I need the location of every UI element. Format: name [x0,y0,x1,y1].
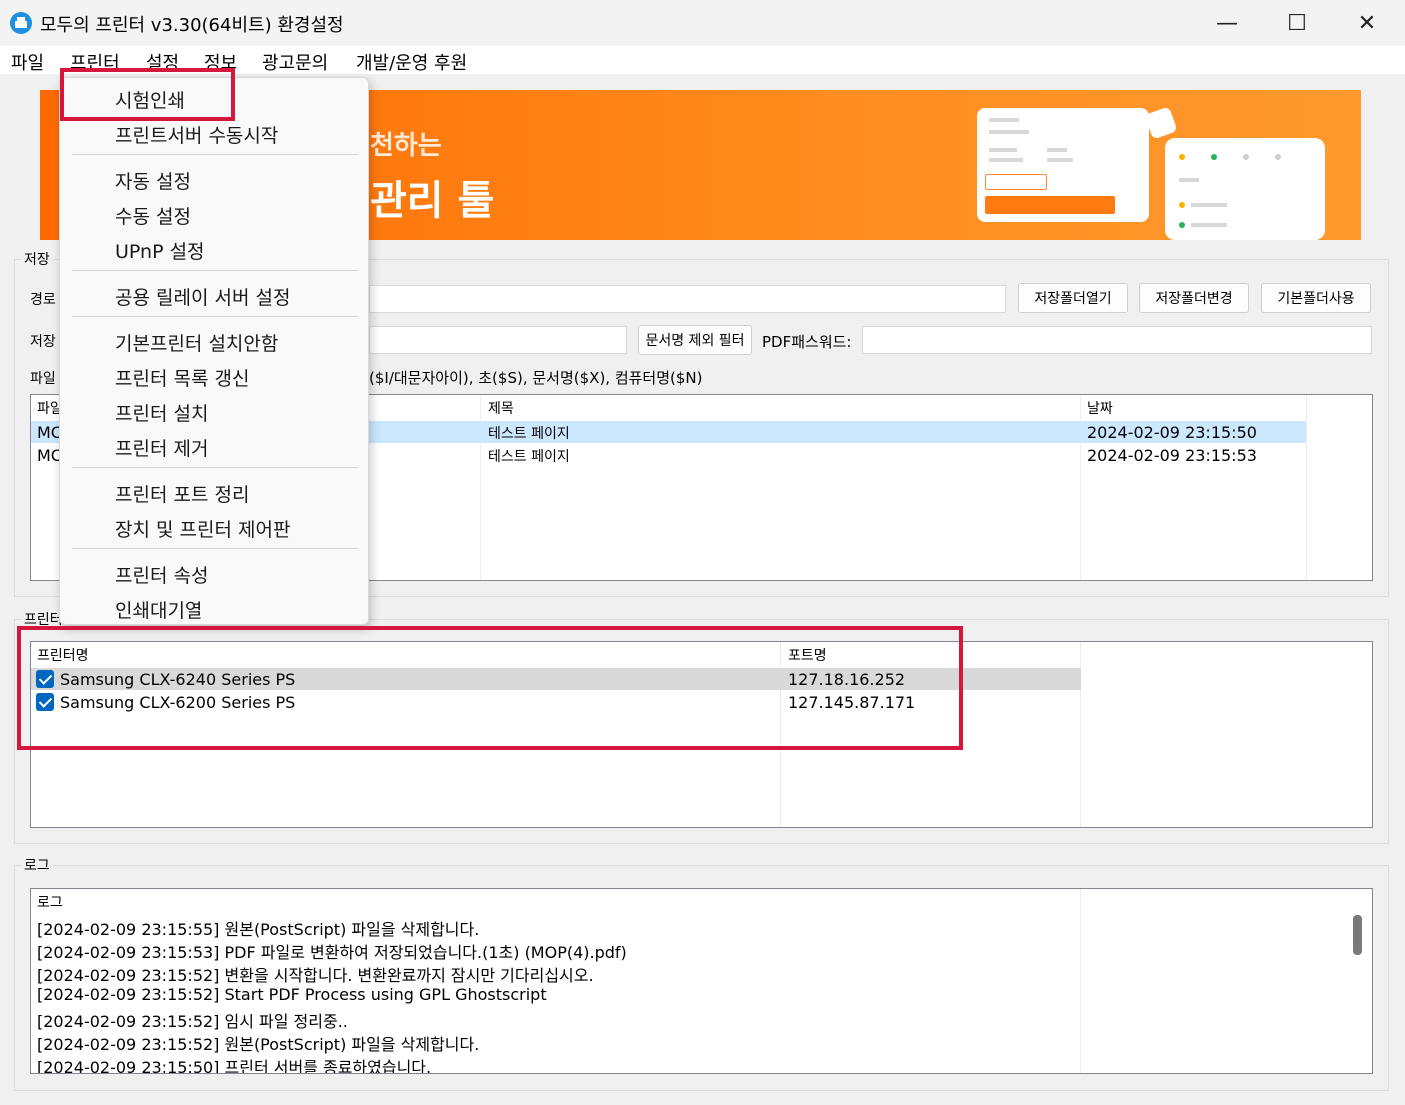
menu-item-print-queue[interactable]: 인쇄대기열 [115,596,202,623]
log-line: [2024-02-09 23:15:52] 임시 파일 정리중.. [37,1012,348,1031]
menu-item-clean-ports[interactable]: 프린터 포트 정리 [115,480,249,507]
menu-item-manual-start-print-server[interactable]: 프린트서버 수동시작 [115,121,278,148]
banner-mockup-tag [1144,106,1178,140]
menu-item-manual-setup[interactable]: 수동 설정 [115,202,191,229]
log-line: [2024-02-09 23:15:53] PDF 파일로 변환하여 저장되었습… [37,943,627,962]
minimize-button[interactable]: — [1192,0,1262,46]
menu-item-auto-setup[interactable]: 자동 설정 [115,167,191,194]
menu-item-relay-server-setup[interactable]: 공용 릴레이 서버 설정 [115,283,290,310]
date-cell: 2024-02-09 23:15:53 [1087,446,1257,465]
banner-title: 관리 툴 [370,178,495,224]
title-cell: 테스트 페이지 [488,449,570,465]
filename-label: 저장 [30,334,56,350]
change-folder-button[interactable]: 저장폴더변경 [1139,283,1249,313]
menu-item-upnp-setup[interactable]: UPnP 설정 [115,237,205,264]
banner-mockup-card [977,108,1149,222]
title-column-header[interactable]: 제목 [488,398,514,418]
title-bar: 모두의 프린터 v3.30(64비트) 환경설정 — ☐ ✕ [0,0,1405,46]
log-list[interactable]: 로그 [2024-02-09 23:15:55] 원본(PostScript) … [30,888,1373,1074]
banner-mockup-panel [1165,138,1325,240]
menu-item-remove-printer[interactable]: 프린터 제거 [115,434,208,461]
log-group-label: 로그 [22,855,52,875]
doc-name-filter-button[interactable]: 문서명 제외 필터 [638,325,752,355]
printer-icon [10,12,32,34]
menu-file[interactable]: 파일 [11,49,44,75]
menu-item-refresh-printers[interactable]: 프린터 목록 갱신 [115,364,249,391]
highlight-box-printer-list [17,626,963,750]
banner-headline: 천하는 [370,131,442,161]
menu-item-devices-control-panel[interactable]: 장치 및 프린터 제어판 [115,515,290,542]
log-column-header[interactable]: 로그 [37,892,63,912]
close-button[interactable]: ✕ [1332,0,1402,46]
open-folder-button[interactable]: 저장폴더열기 [1018,283,1128,313]
save-group-label: 저장 [22,249,52,269]
menu-item-printer-properties[interactable]: 프린터 속성 [115,561,208,588]
save-path-field[interactable] [369,285,1006,313]
highlight-box-test-print [60,68,235,121]
pattern-label: 파일 [30,371,56,387]
filename-pattern-field[interactable] [369,326,627,354]
path-label: 경로 [30,292,56,308]
default-folder-button[interactable]: 기본폴더사용 [1261,283,1371,313]
window-title: 모두의 프린터 v3.30(64비트) 환경설정 [40,15,344,36]
menu-item-no-default-printer[interactable]: 기본프린터 설치안함 [115,329,278,356]
menu-item-install-printer[interactable]: 프린터 설치 [115,399,208,426]
pdf-password-label: PDF패스워드: [762,333,852,351]
pattern-hint: ($I/대문자아이), 초($S), 문서명($X), 컴퓨터명($N) [369,369,703,387]
log-line: [2024-02-09 23:15:52] 변환을 시작합니다. 변환완료까지 … [37,966,594,985]
log-line: [2024-02-09 23:15:52] 원본(PostScript) 파일을… [37,1035,480,1054]
menu-sponsor[interactable]: 개발/운영 후원 [356,49,467,75]
log-scrollbar-thumb[interactable] [1353,915,1362,955]
printer-dropdown-menu: 시험인쇄 프린트서버 수동시작 자동 설정 수동 설정 UPnP 설정 공용 릴… [59,77,369,625]
title-cell: 테스트 페이지 [488,426,570,442]
log-line: [2024-02-09 23:15:52] Start PDF Process … [37,985,547,1004]
menu-ad-inquiry[interactable]: 광고문의 [262,49,328,75]
log-line: [2024-02-09 23:15:55] 원본(PostScript) 파일을… [37,920,480,939]
date-column-header[interactable]: 날짜 [1087,398,1113,418]
log-line: [2024-02-09 23:15:50] 프린터 서버를 종료하였습니다. [37,1058,432,1074]
maximize-button[interactable]: ☐ [1262,0,1332,46]
date-cell: 2024-02-09 23:15:50 [1087,423,1257,442]
pdf-password-field[interactable] [862,326,1372,354]
